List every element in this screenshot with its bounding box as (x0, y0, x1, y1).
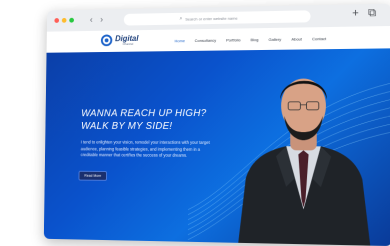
menu-item-home[interactable]: Home (175, 38, 185, 43)
hero-headline: WANNA REACH UP HIGH? WALK BY MY SIDE! (80, 108, 207, 133)
address-bar[interactable]: ⌕ Search or enter website name (123, 10, 311, 26)
headline-line-1: WANNA REACH UP HIGH? (81, 108, 207, 120)
hero-description: I tend to enlighten your vision, remodel… (80, 139, 210, 158)
minimize-window-dot[interactable] (61, 17, 67, 23)
chevron-left-icon[interactable]: ‹ (90, 15, 93, 25)
browser-window: ‹ › ⌕ Search or enter website name + ⧉ D… (43, 3, 390, 246)
search-icon: ⌕ (179, 15, 183, 22)
menu-item-portfolio[interactable]: Portfolio (226, 37, 241, 42)
headline-line-2: WALK BY MY SIDE! (80, 120, 173, 132)
hero-section: WANNA REACH UP HIGH? WALK BY MY SIDE! I … (43, 48, 390, 246)
menu-item-blog[interactable]: Blog (251, 37, 259, 42)
chevron-right-icon[interactable]: › (100, 14, 103, 24)
window-controls (54, 17, 74, 23)
browser-mockup: ‹ › ⌕ Search or enter website name + ⧉ D… (8, 0, 390, 246)
logo-mark-icon (100, 34, 113, 47)
read-more-button[interactable]: Read More (78, 170, 108, 181)
logo-sub-text: Channel (122, 41, 134, 46)
history-nav: ‹ › (90, 14, 103, 24)
main-menu: Home Consultancy Portfolio Blog Gallery … (175, 36, 327, 43)
maximize-window-dot[interactable] (69, 17, 74, 23)
tabs-icon[interactable]: ⧉ (368, 7, 376, 20)
menu-item-gallery[interactable]: Gallery (269, 37, 282, 42)
menu-item-contact[interactable]: Contact (312, 36, 326, 41)
website: Digital Channel Home Consultancy Portfol… (43, 25, 390, 246)
site-logo[interactable]: Digital Channel (100, 34, 138, 47)
portrait-photo (237, 78, 371, 246)
address-placeholder: Search or enter website name (185, 15, 238, 22)
browser-actions: + ⧉ (352, 7, 376, 21)
close-window-dot[interactable] (54, 18, 60, 23)
menu-item-about[interactable]: About (291, 36, 302, 41)
menu-item-consultancy[interactable]: Consultancy (195, 38, 217, 43)
plus-icon[interactable]: + (352, 7, 359, 20)
